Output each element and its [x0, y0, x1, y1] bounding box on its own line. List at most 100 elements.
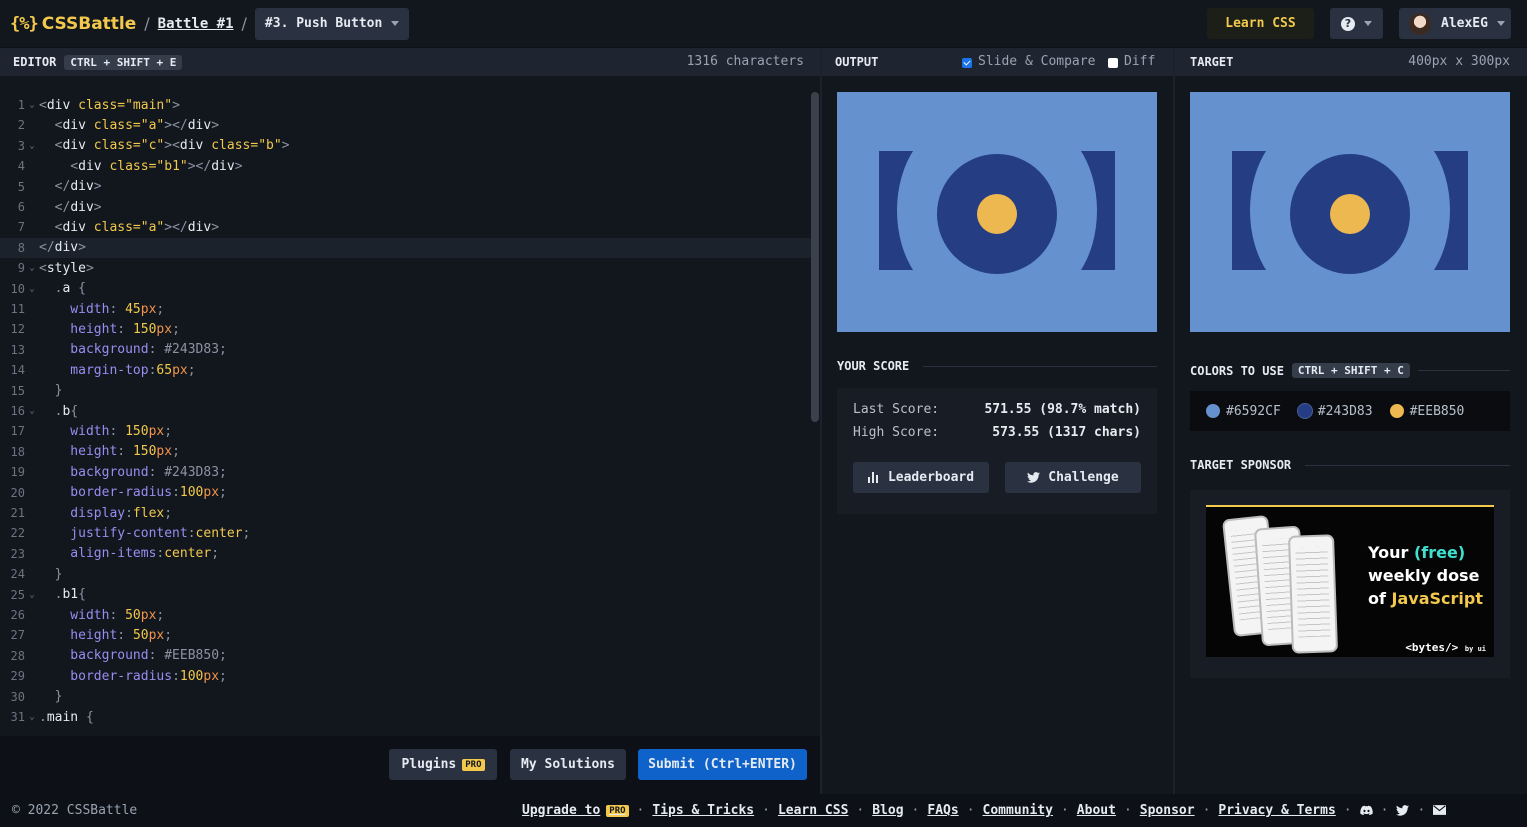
- color-swatch[interactable]: #243D83: [1296, 403, 1373, 419]
- chevron-down-icon[interactable]: ⌄: [25, 141, 39, 151]
- code-line[interactable]: 25 ⌄ .b1{: [0, 585, 812, 605]
- chevron-down-icon[interactable]: ⌄: [25, 712, 39, 722]
- target-size: 400px x 300px: [1408, 54, 1510, 69]
- code-text: </div>: [39, 199, 102, 215]
- footer-link[interactable]: About: [1077, 803, 1116, 818]
- footer-link[interactable]: Learn CSS: [778, 803, 848, 818]
- code-line[interactable]: 11 width: 45px;: [0, 299, 812, 319]
- code-line[interactable]: 28 background: #EEB850;: [0, 646, 812, 666]
- color-swatch[interactable]: #EEB850: [1388, 403, 1464, 419]
- leaderboard-label: Leaderboard: [887, 470, 975, 485]
- code-line[interactable]: 23 align-items:center;: [0, 544, 812, 564]
- slide-compare-toggle[interactable]: Slide & Compare: [962, 54, 1095, 69]
- code-line[interactable]: 24 }: [0, 564, 812, 584]
- code-line[interactable]: 17 width: 150px;: [0, 421, 812, 441]
- code-line[interactable]: 3 ⌄ <div class="c"><div class="b">: [0, 136, 812, 156]
- footer-link[interactable]: Sponsor: [1140, 803, 1195, 818]
- output-preview-canvas[interactable]: [837, 92, 1157, 332]
- code-text: border-radius:100px;: [39, 485, 227, 501]
- code-line[interactable]: 12 height: 150px;: [0, 319, 812, 339]
- footer-link[interactable]: Tips & Tricks: [652, 803, 754, 818]
- code-line[interactable]: 9 ⌄ <style>: [0, 258, 812, 278]
- mail-icon[interactable]: [1433, 804, 1447, 817]
- footer-link[interactable]: Blog: [872, 803, 903, 818]
- line-number: 17: [10, 424, 25, 439]
- submit-button[interactable]: Submit (Ctrl+ENTER): [638, 749, 807, 780]
- chevron-down-icon: [1364, 21, 1372, 26]
- code-line[interactable]: 21 display:flex;: [0, 503, 812, 523]
- code-line[interactable]: 30 }: [0, 687, 812, 707]
- code-text: <div class="main">: [39, 97, 180, 113]
- footer-separator: ·: [1202, 803, 1211, 818]
- code-line[interactable]: 19 background: #243D83;: [0, 462, 812, 482]
- chevron-down-icon[interactable]: ⌄: [25, 284, 39, 294]
- code-line[interactable]: 22 justify-content:center;: [0, 523, 812, 543]
- output-inner-circle: [977, 194, 1017, 234]
- code-line[interactable]: 10 ⌄ .a {: [0, 279, 812, 299]
- line-number: 2: [17, 118, 25, 133]
- sponsor-ad-banner[interactable]: Your (free) weekly dose of JavaScript <b…: [1206, 505, 1494, 657]
- target-selector-dropdown[interactable]: #3. Push Button: [254, 7, 410, 40]
- code-line[interactable]: 2 <div class="a"></div>: [0, 115, 812, 135]
- code-text: display:flex;: [39, 505, 173, 521]
- code-text: margin-top:65px;: [39, 362, 196, 378]
- discord-icon[interactable]: [1359, 805, 1373, 817]
- leaderboard-button[interactable]: Leaderboard: [853, 462, 989, 493]
- code-line[interactable]: 18 height: 150px;: [0, 442, 812, 462]
- my-solutions-button[interactable]: My Solutions: [510, 749, 626, 780]
- code-line[interactable]: 27 height: 50px;: [0, 625, 812, 645]
- breadcrumb-battle-link[interactable]: Battle #1: [158, 16, 234, 32]
- challenge-button[interactable]: Challenge: [1005, 462, 1141, 493]
- editor-scrollbar-thumb[interactable]: [811, 92, 819, 422]
- code-line[interactable]: 16 ⌄ .b{: [0, 401, 812, 421]
- line-number: 4: [17, 159, 25, 174]
- diff-checkbox[interactable]: [1108, 57, 1118, 68]
- code-line[interactable]: 20 border-radius:100px;: [0, 483, 812, 503]
- help-menu-button[interactable]: ?: [1330, 8, 1383, 39]
- cssbattle-logo[interactable]: {%} CSSBattle: [10, 14, 136, 34]
- code-line[interactable]: 31 ⌄ .main {: [0, 707, 812, 727]
- line-number: 1: [17, 98, 25, 112]
- learn-css-button[interactable]: Learn CSS: [1207, 8, 1314, 39]
- divider-line: [923, 365, 1157, 367]
- footer-link[interactable]: Privacy & Terms: [1218, 803, 1335, 818]
- editor-title: EDITOR: [13, 55, 57, 69]
- code-text: <div class="b1"></div>: [39, 158, 243, 174]
- ad-line: Your: [1368, 543, 1414, 562]
- color-swatch[interactable]: #6592CF: [1205, 403, 1281, 419]
- code-line[interactable]: 14 margin-top:65px;: [0, 360, 812, 380]
- code-line[interactable]: 5 </div>: [0, 177, 812, 197]
- sponsor-heading: TARGET SPONSOR: [1190, 458, 1510, 472]
- line-number: 21: [10, 506, 25, 520]
- code-line[interactable]: 7 <div class="a"></div>: [0, 217, 812, 237]
- line-number: 11: [10, 302, 25, 316]
- code-line[interactable]: 8 </div>: [0, 237, 812, 258]
- code-editor[interactable]: 1 ⌄ <div class="main"> 2 <div class="a"></d…: [0, 76, 820, 736]
- twitter-icon[interactable]: [1396, 804, 1410, 817]
- footer-link[interactable]: Community: [983, 803, 1053, 818]
- footer-link[interactable]: FAQs: [927, 803, 958, 818]
- code-line[interactable]: 13 background: #243D83;: [0, 340, 812, 360]
- slide-compare-checkbox[interactable]: [962, 57, 972, 68]
- upgrade-link[interactable]: Upgrade to PRO: [522, 803, 629, 818]
- code-line[interactable]: 26 width: 50px;: [0, 605, 812, 625]
- code-line[interactable]: 4 <div class="b1"></div>: [0, 156, 812, 176]
- user-menu-button[interactable]: AlexEG: [1399, 8, 1511, 39]
- breadcrumb-separator: /: [144, 14, 150, 33]
- chevron-down-icon[interactable]: ⌄: [25, 590, 39, 600]
- target-inner-circle: [1330, 194, 1370, 234]
- diff-toggle[interactable]: Diff: [1108, 54, 1155, 69]
- plugins-button[interactable]: Plugins PRO: [389, 749, 497, 780]
- line-number: 22: [10, 526, 25, 541]
- code-line[interactable]: 29 border-radius:100px;: [0, 666, 812, 686]
- code-line[interactable]: 1 ⌄ <div class="main">: [0, 95, 812, 115]
- code-line[interactable]: 6 </div>: [0, 197, 812, 217]
- output-title: OUTPUT: [835, 55, 879, 69]
- target-image[interactable]: [1190, 92, 1510, 332]
- code-line[interactable]: 15 }: [0, 381, 812, 401]
- chevron-down-icon[interactable]: ⌄: [25, 406, 39, 416]
- chevron-down-icon[interactable]: ⌄: [25, 263, 39, 273]
- line-number: 14: [10, 363, 25, 378]
- code-text: .a {: [39, 281, 86, 297]
- chevron-down-icon[interactable]: ⌄: [25, 100, 39, 110]
